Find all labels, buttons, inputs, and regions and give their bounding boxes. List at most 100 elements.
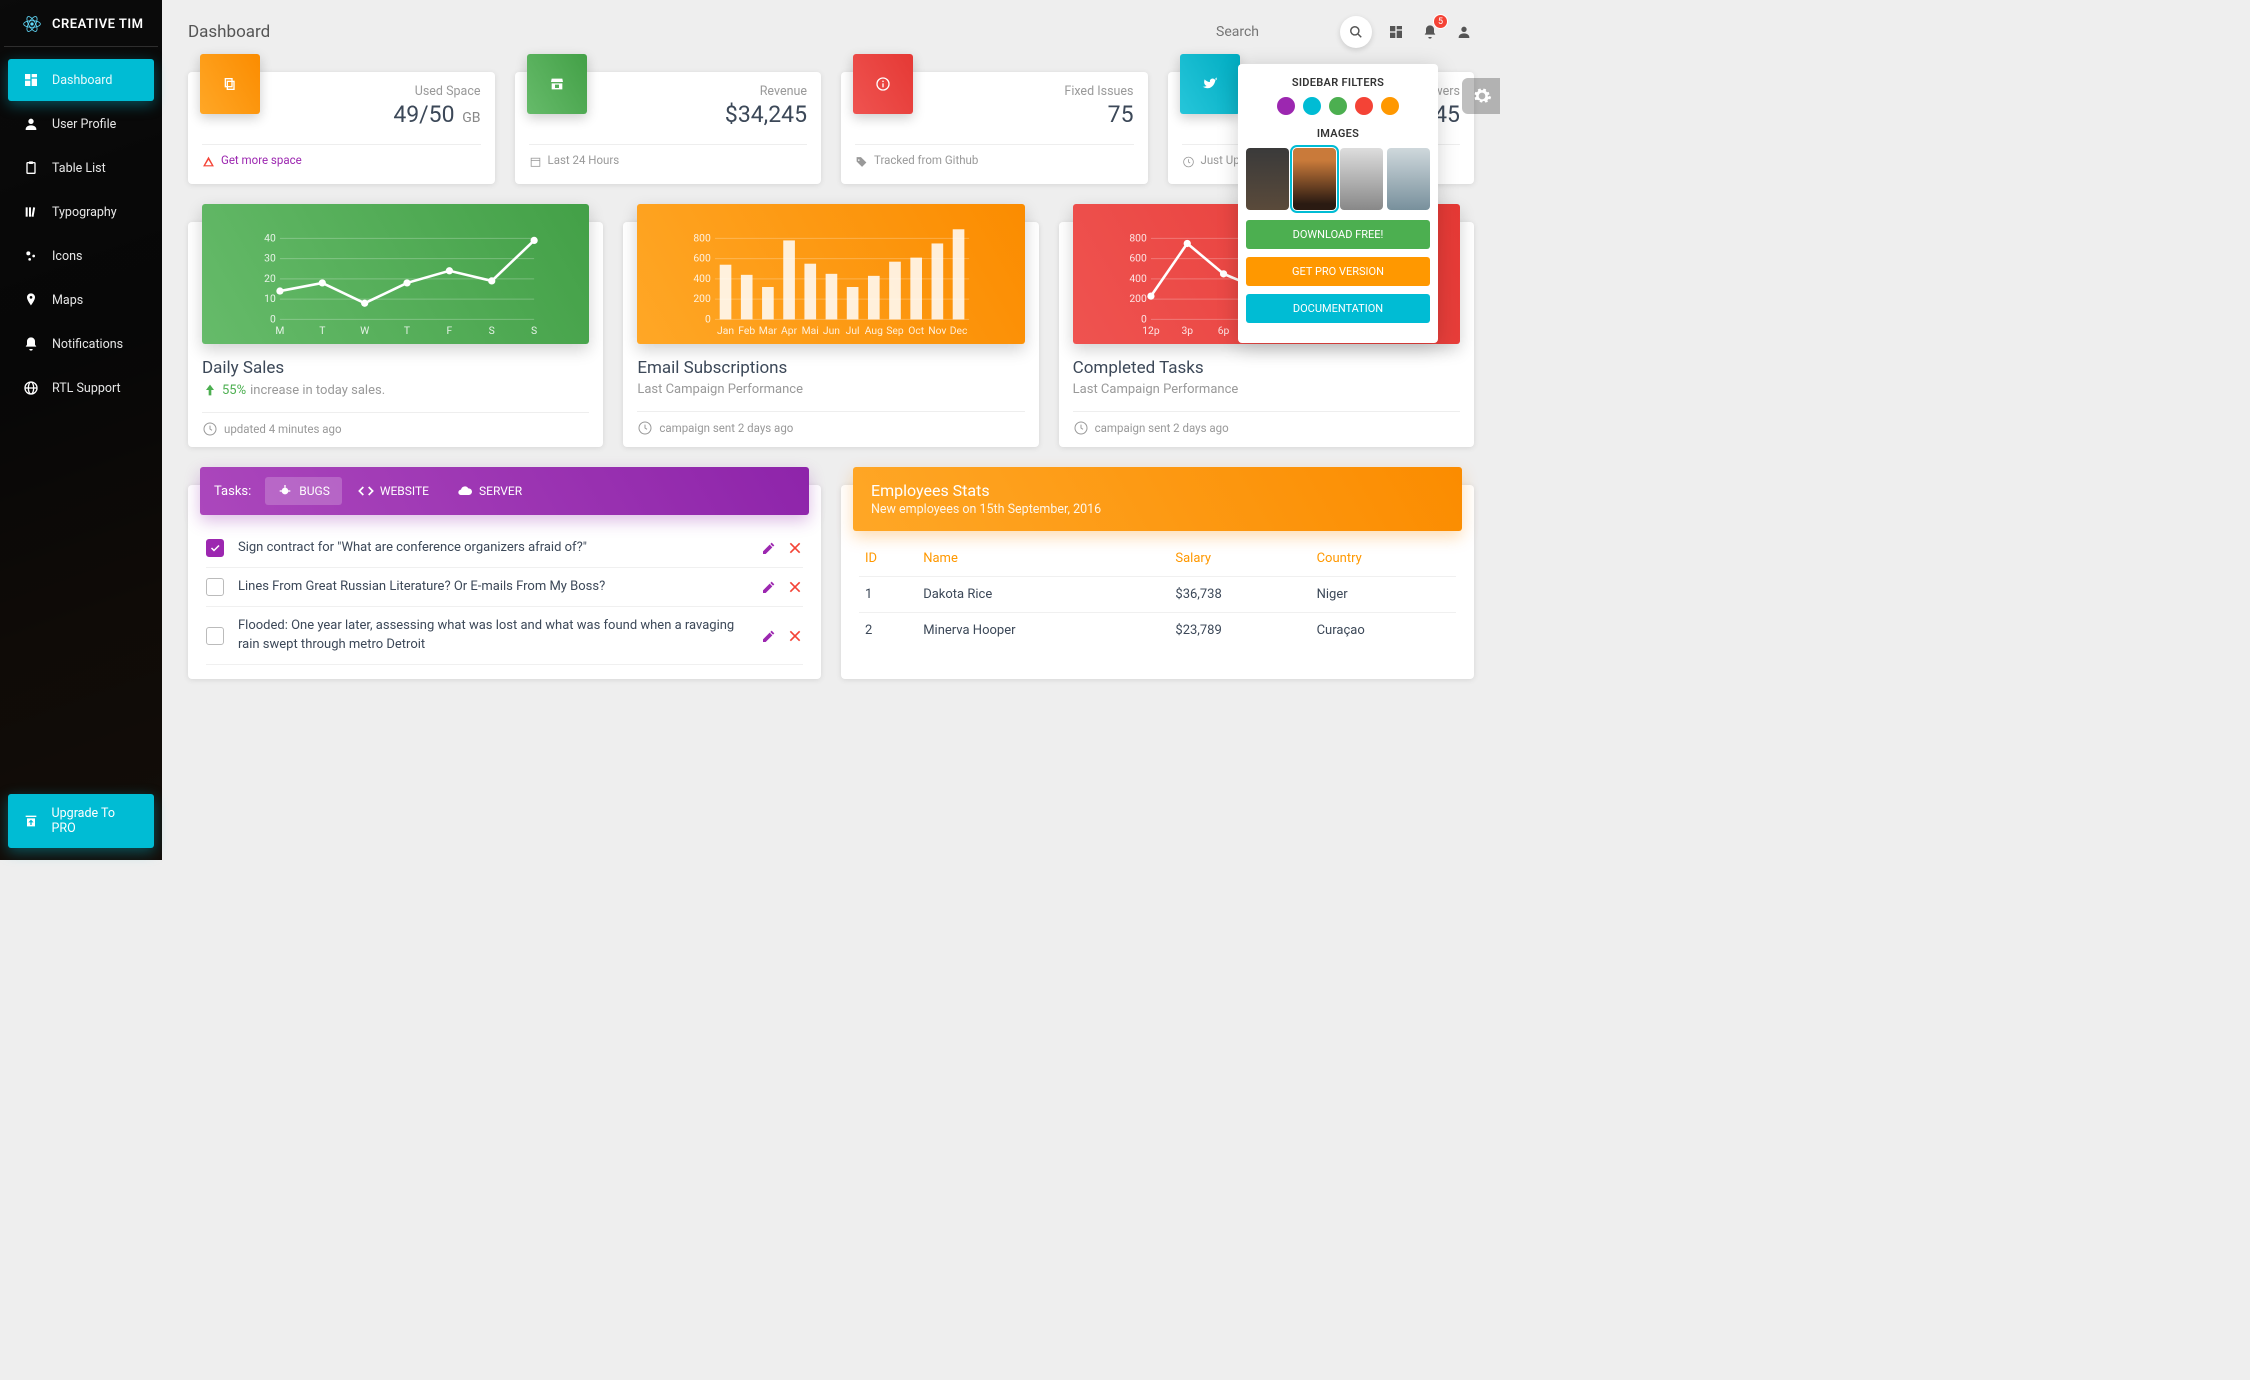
task-text: Flooded: One year later, assessing what …	[238, 617, 747, 653]
delete-button[interactable]	[787, 628, 803, 644]
settings-toggle[interactable]	[1462, 78, 1500, 114]
search-input[interactable]	[1214, 18, 1334, 47]
image-option-1[interactable]	[1246, 148, 1289, 210]
chart-subtitle: Last Campaign Performance	[637, 382, 1024, 397]
apps-button[interactable]	[1386, 22, 1406, 42]
arrow-up-icon	[202, 382, 218, 398]
react-logo-icon	[22, 14, 42, 34]
sidebar-item-rtl-support[interactable]: RTL Support	[8, 367, 154, 409]
svg-text:Feb: Feb	[739, 324, 756, 337]
task-checkbox[interactable]	[206, 539, 224, 557]
gear-icon	[1472, 86, 1492, 106]
clipboard-icon	[22, 159, 40, 177]
tasks-label: Tasks:	[214, 484, 251, 499]
color-option[interactable]	[1329, 97, 1347, 115]
svg-text:W: W	[360, 324, 369, 337]
stat-card: Revenue$34,245Last 24 Hours	[515, 72, 822, 184]
upgrade-label: Upgrade To PRO	[52, 806, 140, 836]
color-option[interactable]	[1355, 97, 1373, 115]
svg-text:3p: 3p	[1181, 324, 1193, 337]
table-header: ID	[859, 541, 917, 577]
task-item: Flooded: One year later, assessing what …	[206, 607, 803, 664]
delete-button[interactable]	[787, 540, 803, 556]
task-tab-website[interactable]: WEBSITE	[346, 477, 441, 505]
chart-card: 010203040MTWTFSSDaily Sales55% increase …	[188, 222, 603, 447]
pin-icon	[22, 291, 40, 309]
chart-title: Daily Sales	[202, 358, 589, 378]
task-tab-bugs[interactable]: BUGS	[265, 477, 342, 505]
sidebar-item-label: Maps	[52, 293, 83, 308]
search	[1214, 16, 1372, 48]
tag-icon	[855, 154, 868, 167]
sidebar-item-notifications[interactable]: Notifications	[8, 323, 154, 365]
filters-heading: SIDEBAR FILTERS	[1246, 76, 1430, 89]
svg-text:F: F	[447, 324, 453, 337]
sidebar-footer: Upgrade To PRO	[8, 794, 154, 848]
chart-subtitle: 55% increase in today sales.	[202, 382, 589, 398]
sidebar-item-dashboard[interactable]: Dashboard	[8, 59, 154, 101]
svg-text:20: 20	[264, 272, 276, 285]
image-option-3[interactable]	[1340, 148, 1383, 210]
profile-button[interactable]	[1454, 22, 1474, 42]
documentation-button[interactable]: DOCUMENTATION	[1246, 294, 1430, 323]
clock-icon	[1073, 420, 1089, 436]
sidebar-item-label: Table List	[52, 161, 106, 176]
color-option[interactable]	[1277, 97, 1295, 115]
svg-text:800: 800	[694, 231, 712, 244]
upgrade-button[interactable]: Upgrade To PRO	[8, 794, 154, 848]
table-header: Country	[1311, 541, 1456, 577]
employees-header: Employees Stats New employees on 15th Se…	[853, 467, 1462, 531]
employees-subtitle: New employees on 15th September, 2016	[871, 502, 1444, 517]
bug-icon	[277, 483, 293, 499]
task-tab-server[interactable]: SERVER	[445, 477, 534, 505]
images-heading: IMAGES	[1246, 127, 1430, 140]
sidebar-item-table-list[interactable]: Table List	[8, 147, 154, 189]
image-option-4[interactable]	[1387, 148, 1430, 210]
color-option[interactable]	[1381, 97, 1399, 115]
brand-name: CREATIVE TIM	[52, 17, 144, 32]
svg-text:Oct: Oct	[909, 324, 926, 337]
svg-text:Mar: Mar	[759, 324, 778, 337]
table-row: 1Dakota Rice$36,738Niger	[859, 577, 1456, 613]
calendar-icon	[529, 154, 542, 167]
search-icon	[1349, 25, 1363, 39]
download-button[interactable]: DOWNLOAD FREE!	[1246, 220, 1430, 249]
chart-footer: updated 4 minutes ago	[202, 412, 589, 437]
table-row: 2Minerva Hooper$23,789Curaçao	[859, 613, 1456, 649]
sidebar-item-label: Typography	[52, 205, 117, 220]
bubble-icon	[22, 247, 40, 265]
edit-button[interactable]	[761, 540, 777, 556]
sidebar-item-user-profile[interactable]: User Profile	[8, 103, 154, 145]
settings-panel: SIDEBAR FILTERS IMAGES DOWNLOAD FREE! GE…	[1238, 64, 1438, 343]
delete-button[interactable]	[787, 579, 803, 595]
topbar-right: 5	[1214, 16, 1474, 48]
svg-text:800: 800	[1129, 231, 1147, 244]
bottom-row: Tasks: BUGSWEBSITESERVER Sign contract f…	[188, 485, 1474, 679]
person-icon	[1456, 24, 1472, 40]
image-option-2[interactable]	[1293, 148, 1336, 210]
sidebar-item-label: User Profile	[52, 117, 116, 132]
notification-badge: 5	[1433, 14, 1448, 29]
color-option[interactable]	[1303, 97, 1321, 115]
chart-title: Completed Tasks	[1073, 358, 1460, 378]
employees-card: Employees Stats New employees on 15th Se…	[841, 485, 1474, 679]
stat-card: Fixed Issues75Tracked from Github	[841, 72, 1148, 184]
globe-icon	[22, 379, 40, 397]
edit-button[interactable]	[761, 579, 777, 595]
task-checkbox[interactable]	[206, 627, 224, 645]
sidebar-item-maps[interactable]: Maps	[8, 279, 154, 321]
svg-text:200: 200	[694, 292, 712, 305]
brand[interactable]: CREATIVE TIM	[4, 0, 158, 47]
edit-button[interactable]	[761, 628, 777, 644]
warning-icon	[202, 154, 215, 167]
search-button[interactable]	[1340, 16, 1372, 48]
task-checkbox[interactable]	[206, 578, 224, 596]
sidebar-item-typography[interactable]: Typography	[8, 191, 154, 233]
chart-card: 0200400600800JanFebMarAprMaiJunJulAugSep…	[623, 222, 1038, 447]
notifications-button[interactable]: 5	[1420, 22, 1440, 42]
stat-footer-link[interactable]: Get more space	[221, 153, 302, 167]
chart-footer: campaign sent 2 days ago	[1073, 411, 1460, 436]
library-icon	[22, 203, 40, 221]
sidebar-item-icons[interactable]: Icons	[8, 235, 154, 277]
get-pro-button[interactable]: GET PRO VERSION	[1246, 257, 1430, 286]
